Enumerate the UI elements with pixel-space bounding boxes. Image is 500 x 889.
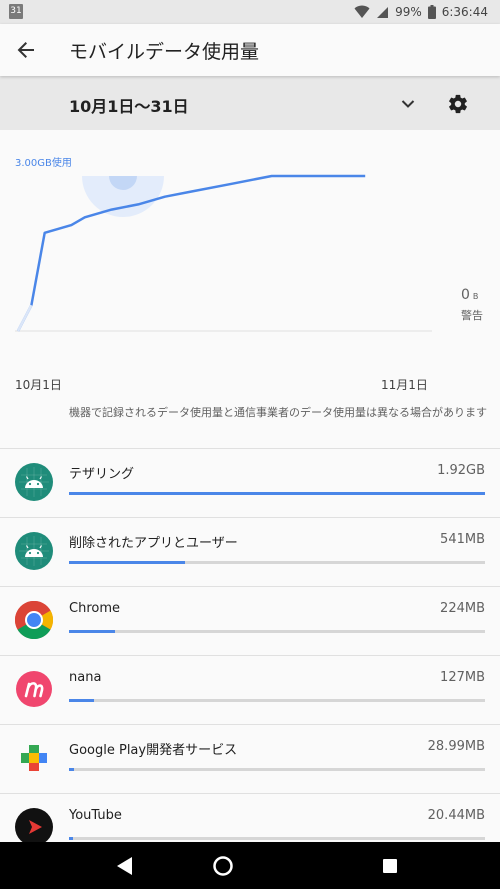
navigation-bar [0,842,500,889]
usage-chart: 3.00GB使用 0B 警告 10月1日 11月1日 機器で記録されるデータ使用… [0,130,500,448]
app-data-size: 127MB [440,670,485,685]
app-name: 削除されたアプリとユーザー [69,536,238,551]
battery-icon [427,5,436,19]
app-name: Chrome [69,601,120,616]
nav-recents-button[interactable] [374,850,406,882]
android-icon [15,532,53,570]
usage-bar-fill [69,561,186,564]
nav-back-icon [117,857,132,875]
youtube-icon [15,808,53,846]
usage-bar-track [69,561,485,564]
usage-series-line [16,174,366,332]
nav-back-button[interactable] [109,850,141,882]
app-data-size: 224MB [440,601,485,616]
app-data-size: 541MB [440,532,485,547]
arrow-back-icon [17,42,34,58]
app-data-size: 20.44MB [427,808,485,823]
app-name: Google Play開発者サービス [69,743,238,758]
warning-limit-unit: B [472,292,479,301]
nav-home-icon [213,856,233,876]
usage-bar-fill [69,699,94,702]
usage-bar-fill [69,768,74,771]
app-bar: モバイルデータ使用量 [0,24,500,76]
app-data-size: 1.92GB [437,463,485,478]
app-usage-row[interactable]: nana 127MB [0,656,500,725]
google-play-services-icon [15,739,53,777]
billing-cycle-row[interactable]: 10月1日〜31日 [0,76,500,130]
app-name: nana [69,670,102,685]
gear-icon [449,94,467,114]
app-usage-row[interactable]: 削除されたアプリとユーザー 541MB [0,518,500,587]
warning-limit-label: 警告 [461,309,483,322]
nav-recents-icon [383,859,397,873]
usage-bar-track [69,837,485,840]
warning-limit-value[interactable]: 0B [461,287,478,303]
usage-total-label: 3.00GB使用 [15,158,72,169]
status-bar: 31 99% 6:36:44 [0,0,500,24]
usage-bar-fill [69,837,74,840]
billing-cycle-label: 10月1日〜31日 [69,97,189,116]
app-usage-row[interactable]: テザリング 1.92GB [0,449,500,518]
signal-icon [376,6,389,19]
usage-bar-fill [69,492,485,495]
cycle-dropdown-button[interactable] [396,92,420,116]
calendar-notification-icon: 31 [9,4,23,19]
android-icon [15,463,53,501]
chrome-icon [14,600,54,640]
warning-limit-number: 0 [461,287,470,303]
usage-bar-track [69,699,485,702]
app-usage-row[interactable]: Google Play開発者サービス 28.99MB [0,725,500,794]
app-data-size: 28.99MB [427,739,485,754]
chevron-down-icon [401,100,415,108]
nav-home-button[interactable] [207,850,239,882]
back-button[interactable] [12,36,40,64]
usage-series-lead [16,304,33,332]
clock: 6:36:44 [441,5,488,19]
x-axis-start-label: 10月1日 [15,378,62,392]
wifi-icon [354,5,370,19]
x-axis-end-label: 11月1日 [381,378,428,392]
nana-icon [15,670,53,708]
app-name: テザリング [69,467,135,482]
data-settings-button[interactable] [445,91,471,117]
app-usage-row[interactable]: Chrome 224MB [0,587,500,656]
usage-disclaimer: 機器で記録されるデータ使用量と通信事業者のデータ使用量は異なる場合があります [69,406,487,419]
usage-chart-svg [15,174,432,332]
usage-bar-fill [69,630,115,633]
battery-percent: 99% [395,5,422,19]
limit-handle-dot [109,176,137,190]
page-title: モバイルデータ使用量 [69,41,260,63]
usage-bar-track [69,630,485,633]
usage-bar-track [69,768,485,771]
usage-bar-track [69,492,485,495]
app-name: YouTube [69,808,122,823]
